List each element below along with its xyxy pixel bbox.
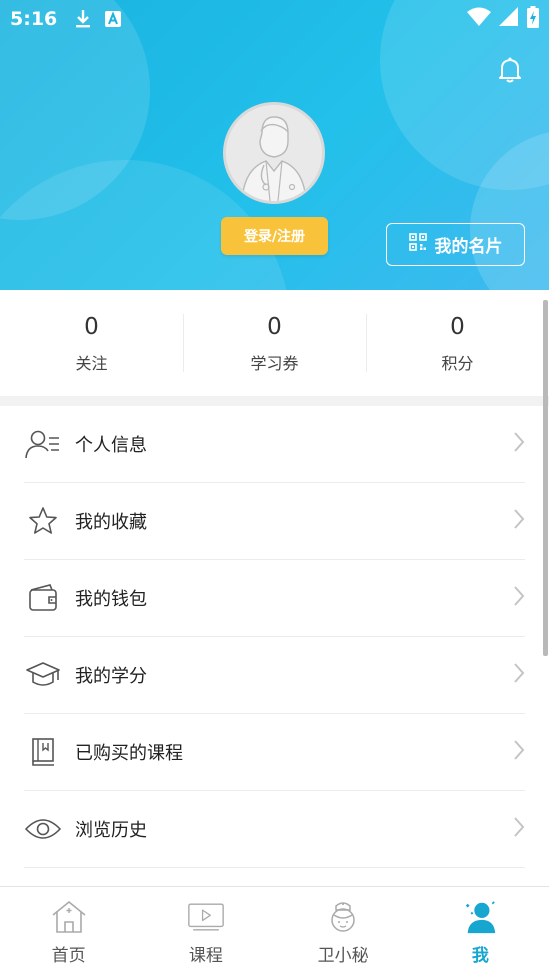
menu-label: 个人信息 xyxy=(75,435,147,456)
menu-label: 我的收藏 xyxy=(75,512,147,533)
tab-label: 首页 xyxy=(51,946,86,966)
my-card-button[interactable]: 我的名片 xyxy=(386,223,525,266)
menu-item-wallet[interactable]: 我的钱包 xyxy=(24,560,525,637)
my-card-label: 我的名片 xyxy=(434,237,503,257)
menu-label: 浏览历史 xyxy=(75,820,147,841)
book-icon xyxy=(24,733,62,771)
stat-follow[interactable]: 0 关注 xyxy=(0,290,183,396)
menu-label: 我的学分 xyxy=(75,666,147,687)
scrollbar[interactable] xyxy=(543,300,548,656)
qr-code-icon xyxy=(408,233,427,256)
stats-bar: 0 关注 0 学习券 0 积分 xyxy=(0,290,549,396)
me-icon xyxy=(462,899,498,935)
status-time: 5:16 xyxy=(10,8,58,30)
menu-list: 个人信息 我的收藏 我的钱包 我的学分 已购买的课程 浏览历史 xyxy=(0,406,549,886)
chevron-right-icon xyxy=(513,816,525,842)
tab-home[interactable]: 首页 xyxy=(0,887,137,977)
chevron-right-icon xyxy=(513,431,525,457)
tab-label: 我 xyxy=(471,946,489,966)
tab-label: 卫小秘 xyxy=(317,946,369,966)
font-a-icon xyxy=(105,11,122,27)
stat-value: 0 xyxy=(450,314,465,340)
menu-label: 我的钱包 xyxy=(75,589,147,610)
signal-icon xyxy=(499,7,519,31)
nurse-icon xyxy=(325,899,361,935)
person-info-icon xyxy=(24,425,62,463)
stat-points[interactable]: 0 积分 xyxy=(366,290,549,396)
status-bar: 5:16 xyxy=(0,0,549,38)
tab-courses[interactable]: 课程 xyxy=(137,887,274,977)
bell-icon[interactable] xyxy=(498,57,522,83)
download-icon xyxy=(75,9,91,29)
wallet-icon xyxy=(24,579,62,617)
home-icon xyxy=(51,899,87,935)
eye-icon xyxy=(24,810,62,848)
menu-item-credits[interactable]: 我的学分 xyxy=(24,637,525,714)
star-icon xyxy=(24,502,62,540)
stat-value: 0 xyxy=(84,314,99,340)
menu-item-history[interactable]: 浏览历史 xyxy=(24,791,525,868)
menu-item-personal-info[interactable]: 个人信息 xyxy=(24,406,525,483)
menu-item-purchased-courses[interactable]: 已购买的课程 xyxy=(24,714,525,791)
stat-label: 积分 xyxy=(441,354,474,373)
video-icon xyxy=(188,899,224,935)
menu-item-favorites[interactable]: 我的收藏 xyxy=(24,483,525,560)
stat-coupons[interactable]: 0 学习券 xyxy=(183,290,366,396)
avatar[interactable] xyxy=(223,102,325,204)
chevron-right-icon xyxy=(513,508,525,534)
wifi-icon xyxy=(467,7,491,31)
chevron-right-icon xyxy=(513,739,525,765)
status-right xyxy=(467,6,539,32)
tab-label: 课程 xyxy=(188,946,223,966)
battery-icon xyxy=(527,6,539,32)
tab-me[interactable]: 我 xyxy=(412,887,549,977)
stat-value: 0 xyxy=(267,314,282,340)
stat-label: 关注 xyxy=(75,354,108,373)
menu-label: 已购买的课程 xyxy=(75,743,183,764)
profile-header: 5:16 登录/注册 我的名片 xyxy=(0,0,549,290)
chevron-right-icon xyxy=(513,585,525,611)
stat-label: 学习券 xyxy=(250,354,299,373)
login-register-button[interactable]: 登录/注册 xyxy=(221,217,328,255)
bottom-tab-bar: 首页 课程 卫小秘 我 xyxy=(0,886,549,977)
graduation-cap-icon xyxy=(24,656,62,694)
tab-assistant[interactable]: 卫小秘 xyxy=(275,887,412,977)
chevron-right-icon xyxy=(513,662,525,688)
